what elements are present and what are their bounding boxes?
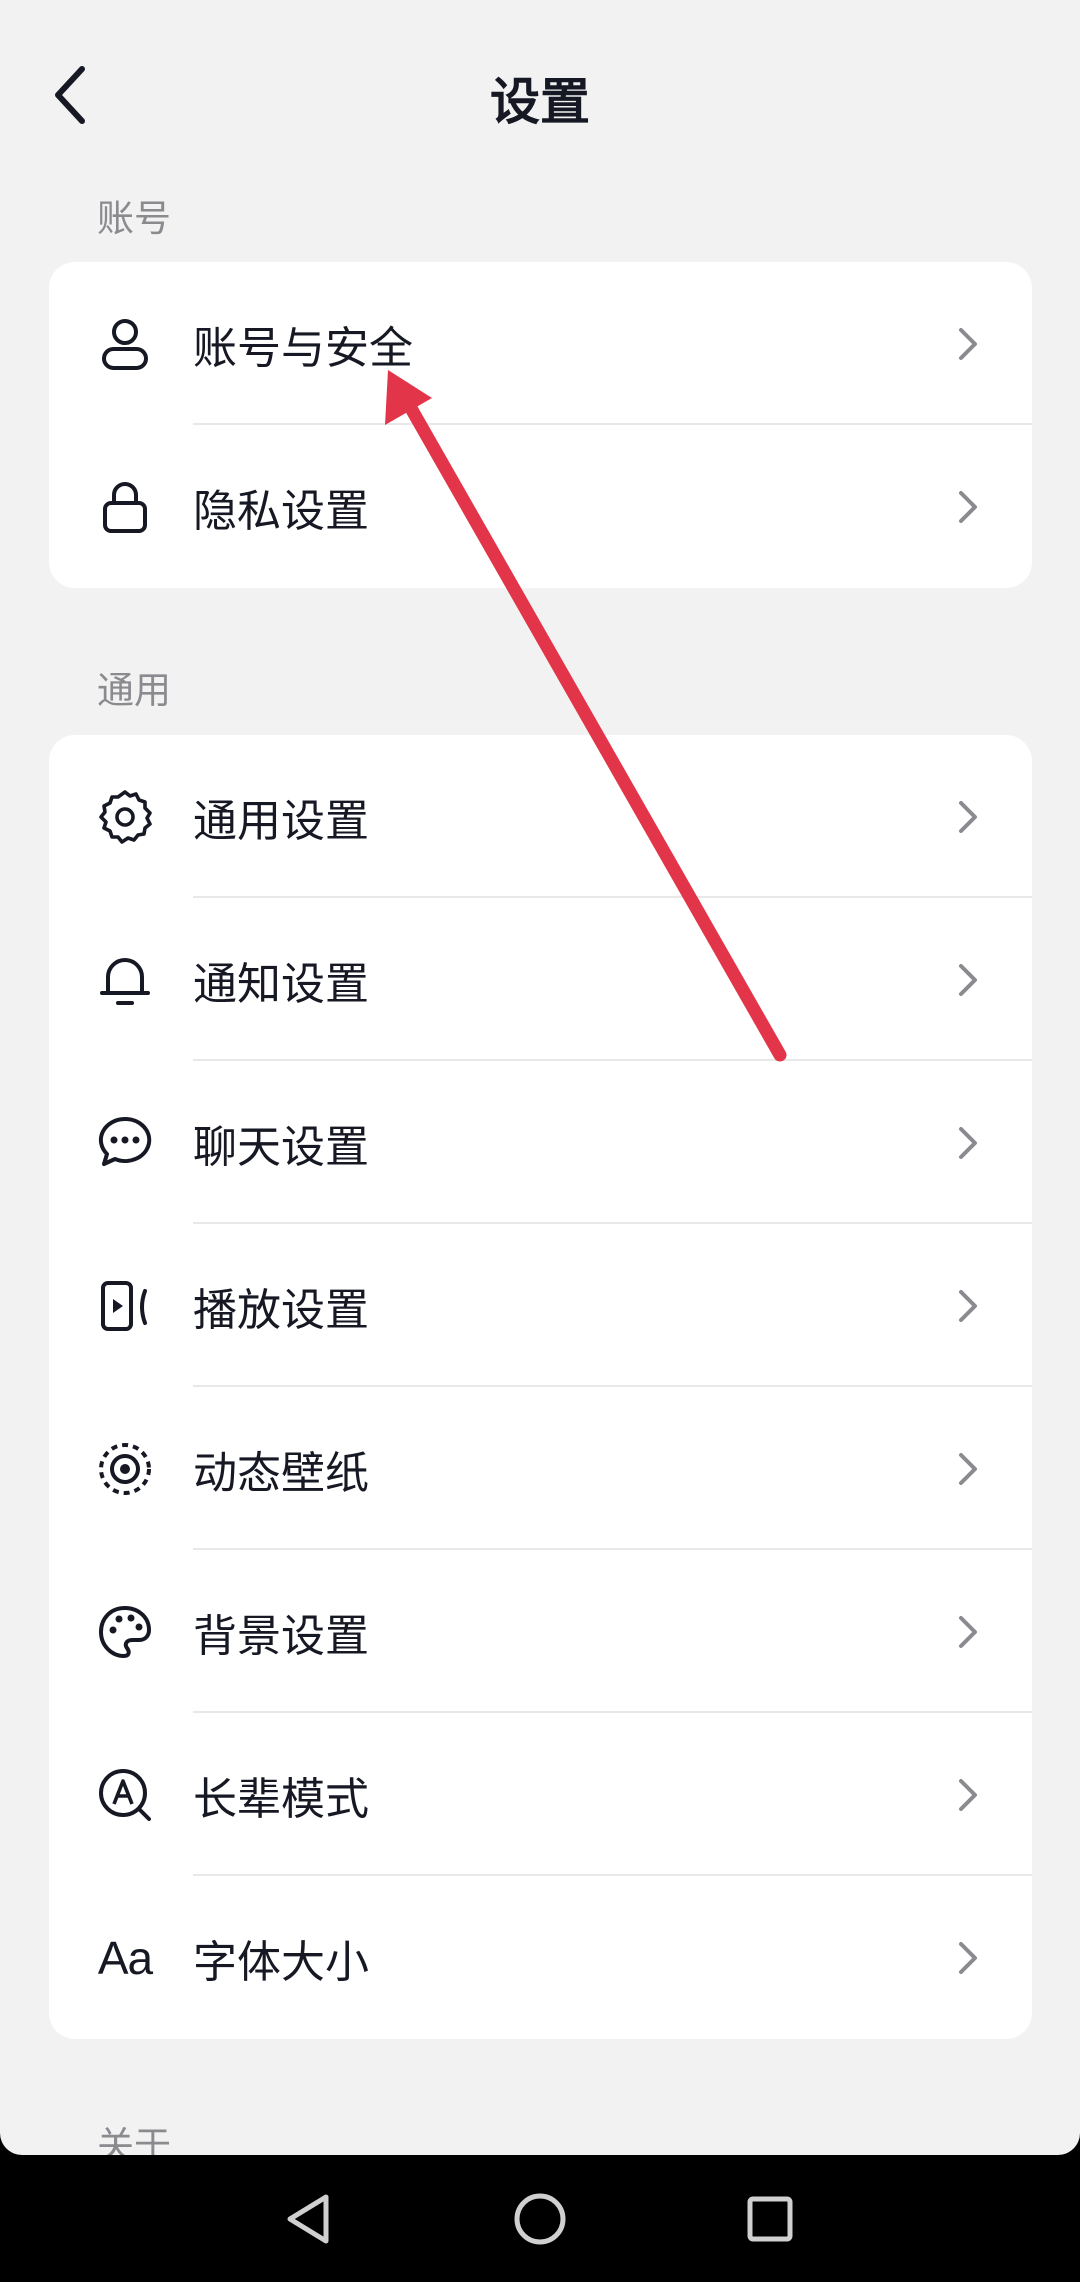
playback-icon — [95, 1276, 155, 1336]
settings-screen: 设置 账号 账号与安全 隐私设置 通用 通用设置 通知设置 聊天设置 播放设置 … — [0, 0, 1080, 2155]
row-font-size[interactable]: Aa 字体大小 — [49, 1876, 1032, 2039]
chevron-right-icon — [956, 1286, 980, 1326]
row-chat-settings[interactable]: 聊天设置 — [49, 1061, 1032, 1224]
row-live-wallpaper[interactable]: 动态壁纸 — [49, 1387, 1032, 1550]
row-general-settings[interactable]: 通用设置 — [49, 735, 1032, 898]
chevron-right-icon — [956, 1938, 980, 1978]
header: 设置 — [0, 0, 1080, 190]
row-elder-mode[interactable]: 长辈模式 — [49, 1713, 1032, 1876]
row-label: 账号与安全 — [193, 322, 413, 374]
row-playback-settings[interactable]: 播放设置 — [49, 1224, 1032, 1387]
square-recents-icon — [747, 2196, 793, 2242]
chevron-right-icon — [956, 487, 980, 527]
chevron-right-icon — [956, 1612, 980, 1652]
system-nav-bar — [0, 2155, 1080, 2282]
gear-icon — [95, 787, 155, 847]
row-label: 字体大小 — [193, 1936, 369, 1988]
target-icon — [95, 1439, 155, 1499]
chevron-right-icon — [956, 797, 980, 837]
row-account-security[interactable]: 账号与安全 — [49, 262, 1032, 425]
font-size-icon-text: Aa — [97, 1931, 153, 1984]
circle-home-icon — [514, 2193, 566, 2245]
palette-icon — [95, 1602, 155, 1662]
row-label: 背景设置 — [193, 1610, 369, 1662]
row-label: 通用设置 — [193, 795, 369, 847]
nav-recents-button[interactable] — [728, 2177, 812, 2261]
bell-icon — [95, 950, 155, 1010]
chevron-right-icon — [956, 1775, 980, 1815]
nav-back-button[interactable] — [268, 2177, 352, 2261]
user-icon — [95, 314, 155, 374]
account-card: 账号与安全 隐私设置 — [49, 262, 1032, 588]
chevron-right-icon — [956, 960, 980, 1000]
general-card: 通用设置 通知设置 聊天设置 播放设置 动态壁纸 背景设置 长辈模式 Aa 字体… — [49, 735, 1032, 2039]
lock-icon — [95, 477, 155, 537]
section-label-general: 通用 — [97, 669, 171, 712]
chevron-right-icon — [956, 1123, 980, 1163]
row-label: 隐私设置 — [193, 485, 369, 537]
row-label: 播放设置 — [193, 1284, 369, 1336]
chevron-right-icon — [956, 324, 980, 364]
row-label: 动态壁纸 — [193, 1447, 369, 1499]
row-label: 聊天设置 — [193, 1121, 369, 1173]
section-label-about: 关于 — [97, 2124, 171, 2155]
row-label: 长辈模式 — [193, 1773, 369, 1825]
row-privacy[interactable]: 隐私设置 — [49, 425, 1032, 588]
elder-mode-icon — [95, 1765, 155, 1825]
section-label-account: 账号 — [97, 197, 171, 240]
row-background-settings[interactable]: 背景设置 — [49, 1550, 1032, 1713]
chat-bubble-icon — [95, 1113, 155, 1173]
row-label: 通知设置 — [193, 958, 369, 1010]
page-title: 设置 — [490, 73, 590, 131]
triangle-back-icon — [287, 2194, 329, 2244]
row-notification-settings[interactable]: 通知设置 — [49, 898, 1032, 1061]
nav-home-button[interactable] — [498, 2177, 582, 2261]
chevron-right-icon — [956, 1449, 980, 1489]
font-size-icon: Aa — [95, 1928, 155, 1988]
